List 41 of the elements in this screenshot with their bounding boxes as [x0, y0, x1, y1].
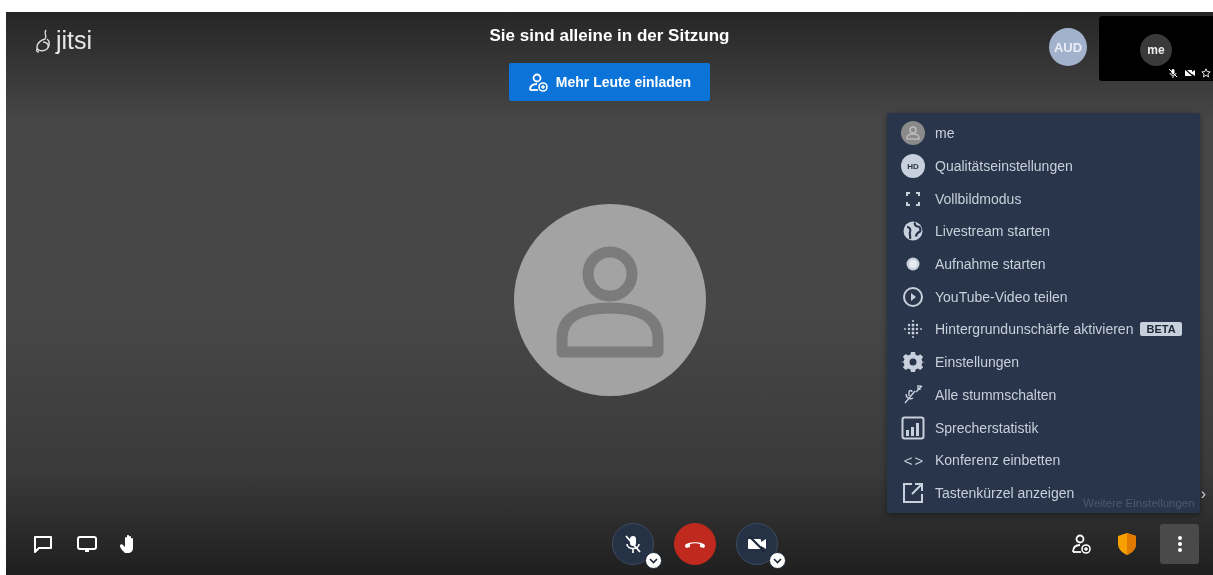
menu-item[interactable]: < > Konferenz einbetten: [887, 443, 1061, 477]
meeting-status-title: Sie sind alleine in der Sitzung: [489, 26, 730, 46]
avatar-icon: [901, 121, 925, 146]
self-view-tile[interactable]: me: [1099, 16, 1213, 81]
hd-quality-icon: HD: [901, 154, 925, 179]
self-initials-avatar: me: [1140, 34, 1172, 66]
monitor-icon: [76, 533, 98, 555]
phone-icon: [683, 539, 706, 549]
invite-button[interactable]: Mehr Leute einladen: [509, 63, 710, 101]
menu-icon: [1176, 534, 1183, 554]
menu-item[interactable]: HD Qualitätseinstellungen: [887, 149, 1073, 183]
participant-avatar-icon: [513, 203, 706, 396]
menu-item[interactable]: Alle stummschalten: [887, 378, 1057, 412]
menu-item[interactable]: YouTube-Video teilen: [887, 280, 1068, 314]
menu-item[interactable]: Livestream starten: [887, 215, 1051, 248]
menu-item[interactable]: Hintergrundunschärfe aktivieren BETA: [887, 313, 1182, 346]
caret-icon[interactable]: [768, 552, 786, 569]
hang-up-button[interactable]: [673, 523, 716, 565]
menu-item[interactable]: Aufnahme starten: [887, 247, 1046, 281]
menu-item[interactable]: me: [887, 117, 955, 150]
microphone-button[interactable]: [611, 523, 654, 565]
menu-item[interactable]: Einstellungen: [887, 345, 1020, 379]
muted-camera-icon: [745, 533, 768, 555]
menu-item[interactable]: Tastenkürzel anzeigen: [887, 476, 1075, 510]
code-brackets-icon: < >: [903, 451, 923, 469]
jitsi-logo: jitsi: [34, 26, 93, 55]
more-options-button[interactable]: [1160, 524, 1199, 564]
add-person-icon: [1070, 533, 1092, 555]
menu-item[interactable]: Vollbildmodus: [887, 182, 1022, 216]
menu-item[interactable]: Sprecherstatistik: [887, 411, 1039, 444]
gear-icon: [901, 350, 925, 375]
play-icon: [901, 284, 925, 309]
shield-icon: [1116, 532, 1138, 556]
external-link-icon: [901, 480, 925, 505]
caret-icon[interactable]: [644, 552, 662, 569]
star-icon: [1201, 68, 1211, 78]
bar-chart-icon: [901, 415, 925, 440]
chat-icon: [32, 533, 54, 555]
add-person-icon: [527, 72, 548, 92]
chevron-icon: ›: [1200, 485, 1206, 503]
camera-button[interactable]: [735, 523, 778, 565]
